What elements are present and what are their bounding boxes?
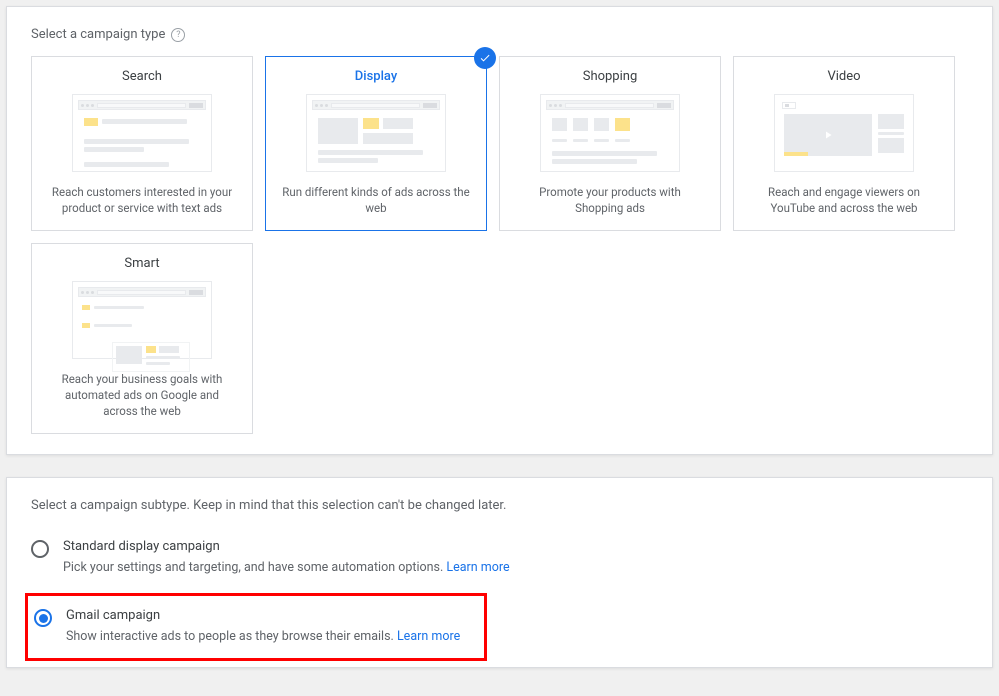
radio-label: Gmail campaign (66, 608, 460, 623)
card-title: Display (278, 69, 474, 84)
campaign-card-video[interactable]: Video (733, 56, 955, 231)
campaign-type-grid: Search Reach customers interested in you… (31, 56, 968, 434)
radio-icon[interactable] (31, 540, 49, 558)
campaign-card-shopping[interactable]: Shopping (499, 56, 721, 231)
card-desc: Reach your business goals with automated… (44, 371, 240, 419)
campaign-type-title: Select a campaign type (31, 27, 165, 42)
campaign-subtype-panel: Select a campaign subtype. Keep in mind … (6, 477, 993, 668)
radio-desc: Show interactive ads to people as they b… (66, 629, 460, 644)
radio-label: Standard display campaign (63, 539, 510, 554)
highlight-annotation: Gmail campaign Show interactive ads to p… (25, 593, 487, 661)
campaign-card-smart[interactable]: Smart (31, 243, 253, 434)
thumbnail-shopping (540, 94, 680, 172)
card-title: Search (44, 69, 240, 84)
card-title: Shopping (512, 69, 708, 84)
learn-more-link[interactable]: Learn more (446, 560, 509, 575)
campaign-card-display[interactable]: Display (265, 56, 487, 231)
thumbnail-search (72, 94, 212, 172)
card-desc: Reach and engage viewers on YouTube and … (746, 184, 942, 216)
subtype-instruction: Select a campaign subtype. Keep in mind … (31, 498, 968, 513)
radio-desc: Pick your settings and targeting, and ha… (63, 560, 510, 575)
card-desc: Promote your products with Shopping ads (512, 184, 708, 216)
card-title: Video (746, 69, 942, 84)
campaign-card-search[interactable]: Search Reach customers interested in you… (31, 56, 253, 231)
thumbnail-video (774, 94, 914, 172)
subtype-option-gmail[interactable]: Gmail campaign Show interactive ads to p… (34, 604, 478, 648)
thumbnail-display (306, 94, 446, 172)
campaign-type-panel: Select a campaign type ? Search Reach cu… (6, 6, 993, 455)
help-icon[interactable]: ? (171, 28, 185, 42)
subtype-option-standard[interactable]: Standard display campaign Pick your sett… (31, 535, 968, 593)
learn-more-link[interactable]: Learn more (397, 629, 460, 644)
card-desc: Reach customers interested in your produ… (44, 184, 240, 216)
card-title: Smart (44, 256, 240, 271)
campaign-type-title-row: Select a campaign type ? (31, 27, 968, 42)
thumbnail-smart (72, 281, 212, 359)
card-desc: Run different kinds of ads across the we… (278, 184, 474, 216)
radio-icon[interactable] (34, 609, 52, 627)
selected-check-icon (474, 47, 496, 69)
